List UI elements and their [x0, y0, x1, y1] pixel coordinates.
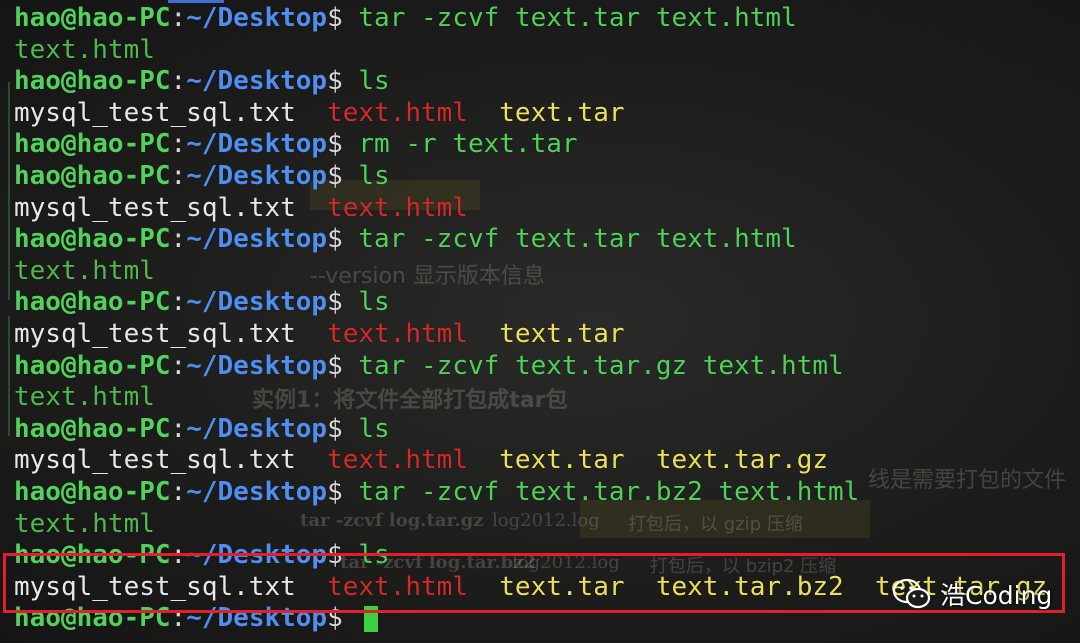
command-text: tar -zcvf text.tar text.html: [358, 224, 797, 255]
prompt-user-host: hao@hao-PC: [14, 350, 171, 381]
terminal-output-line: mysql_test_sql.txt text.html text.tar: [14, 319, 625, 351]
terminal-command-line: hao@hao-PC:~/Desktop$ ls: [14, 287, 390, 319]
prompt-symbol: $: [327, 477, 343, 507]
watermark-text: 浩Coding: [940, 581, 1053, 610]
command-text: ls: [358, 161, 390, 191]
prompt-path: ~/Desktop: [186, 3, 328, 33]
terminal-command-line: hao@hao-PC:~/Desktop$ tar -zcvf text.tar…: [14, 351, 844, 383]
prompt-path: ~/Desktop: [186, 161, 328, 191]
wechat-icon: [892, 577, 932, 611]
command-text: tar -zcvf text.tar text.html: [358, 3, 797, 33]
prompt-symbol: $: [327, 287, 343, 318]
prompt-separator: :: [170, 413, 187, 444]
terminal-command-line: hao@hao-PC:~/Desktop$ ls: [14, 161, 390, 193]
prompt-separator: :: [170, 66, 187, 97]
prompt-symbol: $: [327, 129, 343, 160]
output-item: text.html: [14, 382, 155, 413]
prompt-separator: :: [170, 3, 187, 33]
prompt-path: ~/Desktop: [186, 477, 328, 507]
terminal-output-line: text.html: [14, 35, 155, 67]
output-item: text.html: [327, 445, 468, 476]
output-item: text.tar: [499, 97, 625, 128]
terminal-command-line: hao@hao-PC:~/Desktop$ tar -zcvf text.tar…: [14, 477, 859, 509]
output-item: text.html: [14, 255, 155, 286]
terminal-output-line: text.html: [14, 382, 155, 414]
command-text: ls: [358, 287, 390, 318]
prompt-separator: :: [170, 350, 187, 381]
output-item: mysql_test_sql.txt: [14, 319, 296, 349]
output-item: mysql_test_sql.txt: [14, 445, 296, 476]
terminal-command-line: hao@hao-PC:~/Desktop$ rm -r text.tar: [14, 129, 578, 161]
prompt-symbol: $: [327, 350, 343, 381]
terminal-output-line: text.html: [14, 256, 155, 288]
prompt-symbol: $: [327, 3, 343, 33]
prompt-separator: :: [170, 287, 187, 318]
terminal-window[interactable]: hao@hao-PC:~/Desktop$ tar -zcvf text.tar…: [0, 0, 1080, 643]
command-text: rm -r text.tar: [358, 129, 578, 160]
output-item: text.html: [14, 508, 155, 539]
prompt-user-host: hao@hao-PC: [14, 3, 171, 33]
prompt-user-host: hao@hao-PC: [14, 413, 171, 444]
terminal-command-line: hao@hao-PC:~/Desktop$ ls: [14, 66, 390, 98]
prompt-user-host: hao@hao-PC: [14, 129, 171, 160]
terminal-output-line: mysql_test_sql.txt text.html text.tar te…: [14, 445, 828, 477]
terminal-command-line: hao@hao-PC:~/Desktop$ tar -zcvf text.tar…: [14, 3, 797, 35]
output-item: text.html: [327, 192, 468, 223]
prompt-path: ~/Desktop: [186, 224, 328, 255]
output-item: text.html: [327, 319, 468, 349]
terminal-output-line: text.html: [14, 509, 155, 541]
prompt-path: ~/Desktop: [186, 350, 328, 381]
prompt-user-host: hao@hao-PC: [14, 287, 171, 318]
command-text: tar -zcvf text.tar.bz2 text.html: [358, 477, 860, 507]
terminal-command-line: hao@hao-PC:~/Desktop$ ls: [14, 414, 390, 446]
prompt-path: ~/Desktop: [186, 129, 328, 160]
watermark: 浩Coding: [892, 574, 1052, 614]
prompt-separator: :: [170, 129, 187, 160]
prompt-path: ~/Desktop: [186, 287, 328, 318]
screenshot-stage: --version 显示版本信息 实例1：将文件全部打包成tar包 线是需要打包…: [0, 0, 1080, 643]
prompt-symbol: $: [327, 66, 343, 97]
terminal-command-line: hao@hao-PC:~/Desktop$ tar -zcvf text.tar…: [14, 224, 797, 256]
prompt-separator: :: [170, 224, 187, 255]
prompt-user-host: hao@hao-PC: [14, 161, 171, 191]
command-text: ls: [358, 413, 390, 444]
prompt-separator: :: [170, 161, 187, 191]
output-item: text.html: [14, 34, 155, 65]
output-item: text.tar: [499, 319, 625, 349]
terminal-output-line: mysql_test_sql.txt text.html: [14, 193, 468, 225]
command-text: ls: [358, 66, 390, 97]
output-item: text.html: [327, 97, 468, 128]
output-item: text.tar: [499, 445, 625, 476]
prompt-user-host: hao@hao-PC: [14, 224, 171, 255]
prompt-path: ~/Desktop: [186, 413, 328, 444]
command-text: tar -zcvf text.tar.gz text.html: [358, 350, 844, 381]
output-item: mysql_test_sql.txt: [14, 192, 296, 223]
prompt-user-host: hao@hao-PC: [14, 477, 171, 507]
prompt-path: ~/Desktop: [186, 66, 328, 97]
prompt-symbol: $: [327, 224, 343, 255]
terminal-output-line: mysql_test_sql.txt text.html text.tar: [14, 98, 625, 130]
prompt-user-host: hao@hao-PC: [14, 66, 171, 97]
prompt-symbol: $: [327, 161, 343, 191]
output-item: mysql_test_sql.txt: [14, 97, 296, 128]
prompt-symbol: $: [327, 413, 343, 444]
prompt-separator: :: [170, 477, 187, 507]
output-item: text.tar.gz: [655, 445, 829, 476]
